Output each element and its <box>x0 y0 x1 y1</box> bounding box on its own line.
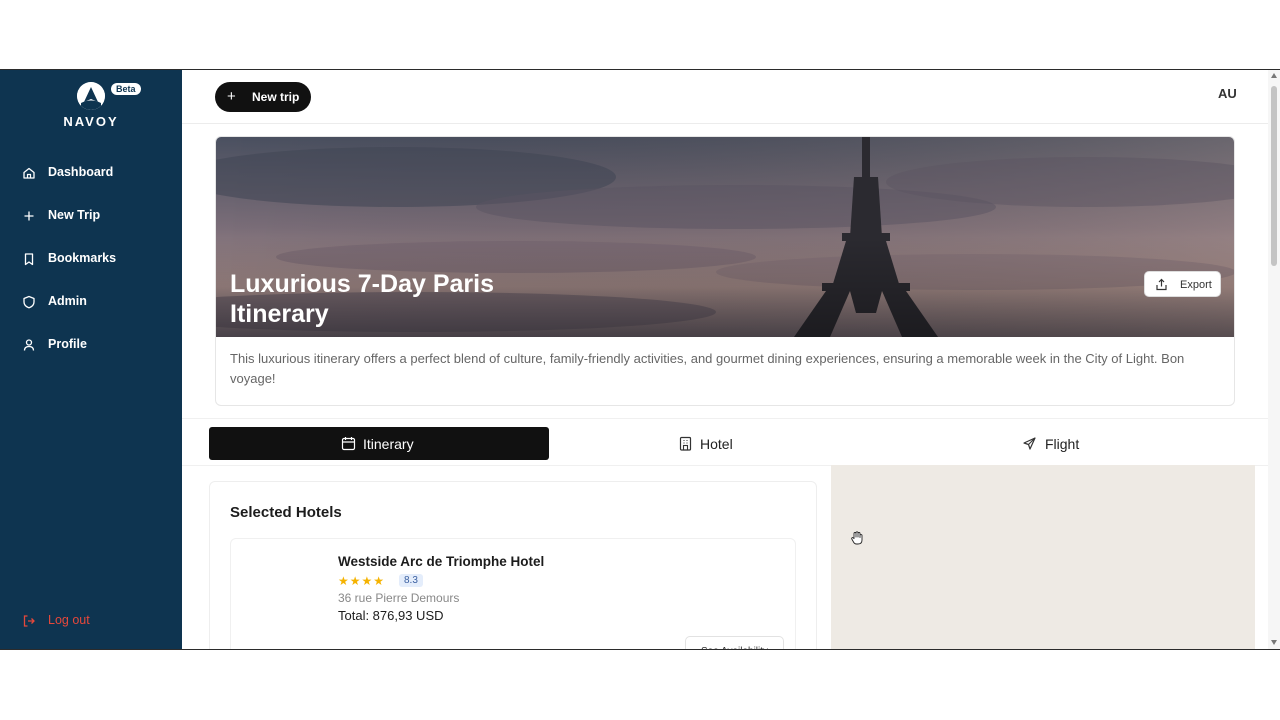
logout-button[interactable]: Log out <box>0 608 182 634</box>
plane-icon <box>1023 437 1036 450</box>
sidebar-item-dashboard[interactable]: Dashboard <box>0 160 182 186</box>
home-icon <box>23 167 35 179</box>
bookmark-icon <box>24 253 34 266</box>
selected-hotels-panel: Selected Hotels Westside Arc de Triomphe… <box>209 481 817 649</box>
map-view[interactable] <box>831 465 1255 649</box>
logout-icon <box>23 615 35 627</box>
scroll-up-arrow-icon[interactable] <box>1271 73 1277 78</box>
avatar[interactable]: AU <box>1218 86 1237 101</box>
hand-cursor-icon <box>851 531 863 545</box>
sidebar-item-label: New Trip <box>48 208 101 222</box>
main-content: + New trip AU Luxurious 7-Day Paris Itin… <box>182 70 1268 649</box>
plus-icon: + <box>227 88 236 105</box>
see-availability-button[interactable]: See Availability <box>685 636 784 649</box>
new-trip-label: New trip <box>252 90 300 104</box>
sidebar-item-bookmarks[interactable]: Bookmarks <box>0 246 182 272</box>
hotel-name: Westside Arc de Triomphe Hotel <box>338 554 545 569</box>
tab-hotel[interactable]: Hotel <box>549 427 889 460</box>
tab-itinerary[interactable]: Itinerary <box>209 427 549 460</box>
letterbox-top <box>0 0 1280 69</box>
beta-badge: Beta <box>111 83 141 95</box>
topbar: + New trip AU <box>182 70 1268 124</box>
calendar-icon <box>341 437 356 451</box>
star-rating: ★★★★ <box>338 574 386 588</box>
tab-label: Itinerary <box>363 436 414 452</box>
upload-icon <box>1156 278 1167 291</box>
tab-label: Hotel <box>700 436 733 452</box>
sidebar-item-profile[interactable]: Profile <box>0 332 182 358</box>
new-trip-button[interactable]: + New trip <box>215 82 311 112</box>
sidebar-item-label: Profile <box>48 337 87 351</box>
hotel-total-price: Total: 876,93 USD <box>338 608 444 623</box>
section-title: Selected Hotels <box>230 504 342 521</box>
plus-icon <box>24 211 34 221</box>
scroll-thumb[interactable] <box>1271 86 1277 266</box>
hotel-card[interactable]: Westside Arc de Triomphe Hotel ★★★★ 8.3 … <box>230 538 796 649</box>
trip-title: Luxurious 7-Day Paris Itinerary <box>230 270 494 328</box>
sidebar-item-new-trip[interactable]: New Trip <box>0 203 182 229</box>
export-button[interactable]: Export <box>1144 271 1221 297</box>
hotel-address: 36 rue Pierre Demours <box>338 591 460 605</box>
building-icon <box>679 436 692 451</box>
tab-label: Flight <box>1045 436 1080 452</box>
trip-hero-card: Luxurious 7-Day Paris Itinerary Export T… <box>215 136 1235 406</box>
sidebar-item-label: Admin <box>48 294 87 308</box>
sidebar: NAVOY Beta Dashboard New Trip Bookmarks … <box>0 70 182 649</box>
scroll-down-arrow-icon[interactable] <box>1271 640 1277 645</box>
trip-tabs: Itinerary Hotel Flight <box>182 418 1268 466</box>
sidebar-item-label: Bookmarks <box>48 251 117 265</box>
sidebar-item-admin[interactable]: Admin <box>0 289 182 315</box>
logout-label: Log out <box>48 613 90 627</box>
sidebar-item-label: Dashboard <box>48 165 114 179</box>
user-icon <box>23 339 35 351</box>
export-label: Export <box>1180 279 1212 291</box>
tab-flight[interactable]: Flight <box>889 427 1229 460</box>
scrollbar[interactable] <box>1268 70 1280 649</box>
shield-icon <box>23 295 35 309</box>
app-window: NAVOY Beta Dashboard New Trip Bookmarks … <box>0 70 1280 649</box>
letterbox-bottom <box>0 650 1280 720</box>
navoy-logo-icon <box>77 82 105 110</box>
rating-badge: 8.3 <box>399 574 423 587</box>
brand-name: NAVOY <box>63 114 119 129</box>
trip-description: This luxurious itinerary offers a perfec… <box>230 351 1185 386</box>
